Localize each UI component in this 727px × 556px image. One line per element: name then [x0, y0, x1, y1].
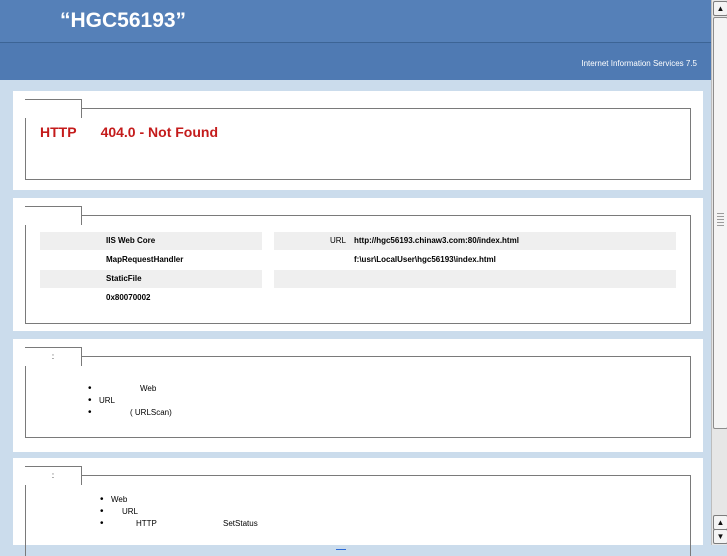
- page-title: “HGC56193”: [60, 9, 187, 32]
- content-area: HTTP 404.0 - Not Found IIS Web Core URL h…: [0, 80, 711, 556]
- details-legend: [25, 206, 82, 225]
- list-item: • ( URLScan): [88, 407, 488, 419]
- scroll-thumb[interactable]: [713, 17, 727, 429]
- action-item: SetStatus: [223, 519, 258, 528]
- detail-row-path-cell: f:\usr\LocalUser\hgc56193\index.html: [274, 251, 676, 269]
- list-item: • Web: [88, 383, 488, 395]
- causes-fieldset: : • Web • URL • ( URLScan): [25, 347, 691, 438]
- server-version: Internet Information Services 7.5: [581, 59, 697, 68]
- action-item: URL: [122, 507, 139, 516]
- actions-fieldset: : • Web • URL • HTTP SetStatus: [25, 466, 691, 556]
- cause-item: URL: [99, 396, 116, 405]
- error-code: 404.0 - Not Found: [100, 124, 219, 140]
- causes-list: • Web • URL • ( URLScan): [88, 383, 488, 419]
- list-item: • Web: [100, 494, 600, 506]
- causes-panel: : • Web • URL • ( URLScan): [13, 339, 703, 452]
- detail-row-empty-cell: [274, 270, 676, 288]
- vertical-scrollbar[interactable]: ▲ ▲ ▼: [711, 0, 727, 545]
- physical-path: f:\usr\LocalUser\hgc56193\index.html: [354, 255, 496, 264]
- subheader-bar: Internet Information Services 7.5: [0, 43, 711, 80]
- detail-handler: StaticFile: [106, 274, 142, 283]
- detail-row-errorcode-cell: 0x80070002: [40, 289, 262, 307]
- actions-panel: : • Web • URL • HTTP SetStatus: [13, 458, 703, 556]
- bullet-icon: •: [88, 395, 92, 406]
- link-underline[interactable]: [336, 549, 346, 550]
- list-item: • URL: [100, 506, 600, 518]
- cause-item: ( URLScan): [130, 408, 172, 417]
- detail-row-notification-cell: MapRequestHandler: [40, 251, 262, 269]
- url-label: URL: [330, 236, 347, 245]
- list-item: • HTTP SetStatus: [100, 518, 600, 530]
- error-panel: HTTP 404.0 - Not Found: [13, 91, 703, 190]
- url-value: http://hgc56193.chinaw3.com:80/index.htm…: [354, 236, 519, 245]
- actions-list: • Web • URL • HTTP SetStatus: [100, 494, 600, 530]
- error-prefix: HTTP: [40, 124, 77, 140]
- bullet-icon: •: [88, 383, 92, 394]
- action-item: Web: [111, 495, 128, 504]
- grip-icon: [717, 213, 724, 227]
- list-item: • URL: [88, 395, 488, 407]
- detail-row-url-cell: URL http://hgc56193.chinaw3.com:80/index…: [274, 232, 676, 250]
- up-arrow-icon: ▲: [716, 518, 725, 527]
- action-item: HTTP: [136, 519, 157, 528]
- error-fieldset: HTTP 404.0 - Not Found: [25, 99, 691, 180]
- down-arrow-icon: ▼: [716, 532, 725, 541]
- bullet-icon: •: [88, 407, 92, 418]
- cause-item: Web: [140, 384, 157, 393]
- bullet-icon: •: [100, 506, 104, 517]
- error-heading: HTTP 404.0 - Not Found: [40, 124, 218, 140]
- up-arrow-icon: ▲: [716, 4, 725, 13]
- causes-legend: :: [25, 347, 82, 366]
- details-panel: IIS Web Core URL http://hgc56193.chinaw3…: [13, 198, 703, 331]
- scroll-down-button[interactable]: ▼: [713, 529, 727, 544]
- detail-row-module-cell: IIS Web Core: [40, 232, 262, 250]
- scroll-up-button-lower[interactable]: ▲: [713, 515, 727, 530]
- detail-notification: MapRequestHandler: [106, 255, 184, 264]
- bullet-icon: •: [100, 494, 104, 505]
- details-fieldset: IIS Web Core URL http://hgc56193.chinaw3…: [25, 206, 691, 324]
- error-legend: [25, 99, 82, 118]
- page-header: “HGC56193”: [0, 0, 711, 43]
- actions-legend: :: [25, 466, 82, 485]
- detail-error-code: 0x80070002: [106, 293, 151, 302]
- detail-module: IIS Web Core: [106, 236, 156, 245]
- scroll-up-button[interactable]: ▲: [713, 1, 727, 16]
- detail-row-handler-cell: StaticFile: [40, 270, 262, 288]
- bullet-icon: •: [100, 518, 104, 529]
